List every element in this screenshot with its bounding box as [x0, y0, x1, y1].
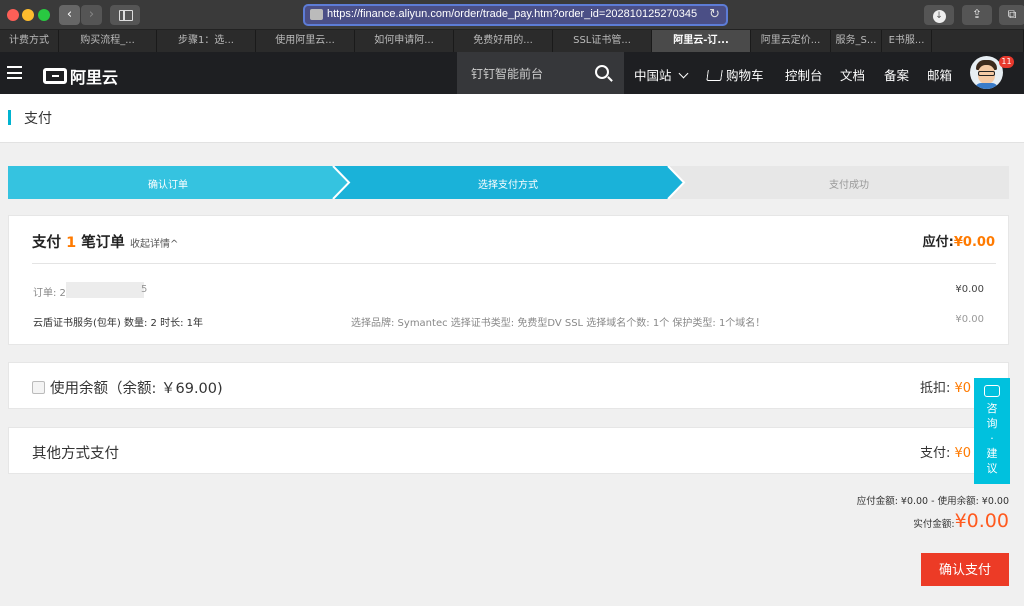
logo-text: 阿里云: [70, 68, 119, 87]
search-input[interactable]: 钉钉智能前台: [471, 65, 543, 82]
zoom-window-button[interactable]: [38, 9, 50, 21]
close-window-button[interactable]: [7, 9, 19, 21]
cart-label: 购物车: [726, 68, 764, 83]
tab-overview-button[interactable]: ⧉: [999, 5, 1024, 25]
page-title-bar: 支付: [0, 94, 1024, 143]
product-price: ¥0.00: [955, 314, 984, 325]
chevron-down-icon: [678, 68, 688, 79]
actual-payment: 实付金额:¥0.00: [913, 510, 1009, 532]
order-price: ¥0.00: [955, 284, 984, 295]
use-balance-label[interactable]: 使用余额（余额: ￥69.00): [50, 377, 223, 398]
cart-icon: [706, 70, 723, 81]
redacted-order-id: [66, 282, 144, 298]
step-confirm-order: 确认订单: [148, 180, 188, 191]
browser-tab[interactable]: SSL证书管...: [553, 30, 652, 52]
address-bar[interactable]: https://finance.aliyun.com/order/trade_p…: [303, 4, 728, 26]
back-button[interactable]: ‹: [59, 5, 80, 25]
browser-tab[interactable]: 服务_S...: [831, 30, 882, 52]
browser-tab[interactable]: 免费好用的...: [454, 30, 553, 52]
browser-titlebar: ‹ › https://finance.aliyun.com/order/tra…: [0, 0, 1024, 30]
consult-feedback-button[interactable]: 咨 询 · 建 议: [974, 378, 1010, 484]
other-payment-card[interactable]: 其他方式支付 支付: ¥0: [8, 427, 1009, 474]
browser-tab[interactable]: [932, 30, 1024, 52]
browser-tab[interactable]: 使用阿里云...: [256, 30, 355, 52]
progress-steps: 确认订单 选择支付方式 支付成功: [8, 165, 1009, 200]
downloads-button[interactable]: ↓: [924, 5, 954, 25]
product-spec: 选择品牌: Symantec 选择证书类型: 免费型DV SSL 选择域名个数:…: [351, 318, 766, 329]
logo-mark-icon: [43, 68, 67, 84]
amount-breakdown: 应付金额: ¥0.00 - 使用余额: ¥0.00: [856, 496, 1009, 507]
order-card: 支付 1 笔订单 收起详情^ 应付:¥0.00 订单: 2 5 ¥0.00 云盾…: [8, 215, 1009, 345]
use-balance-checkbox[interactable]: [32, 381, 45, 394]
chat-icon: [984, 385, 1000, 397]
aliyun-logo[interactable]: 阿里云: [43, 64, 118, 88]
other-payment-amount: 支付: ¥0: [920, 446, 972, 461]
notification-badge[interactable]: 11: [999, 56, 1014, 68]
docs-link[interactable]: 文档: [840, 65, 865, 84]
confirm-payment-button[interactable]: 确认支付: [921, 553, 1009, 586]
forward-button[interactable]: ›: [81, 5, 102, 25]
filing-link[interactable]: 备案: [884, 65, 909, 84]
minimize-window-button[interactable]: [22, 9, 34, 21]
step-payment-success: 支付成功: [829, 180, 869, 191]
sidebar-toggle-icon[interactable]: [110, 5, 140, 25]
menu-icon[interactable]: [7, 66, 22, 79]
region-label: 中国站: [634, 68, 672, 83]
collapse-details-link[interactable]: 收起详情^: [130, 235, 178, 250]
search-icon[interactable]: [595, 65, 609, 79]
site-icon: [310, 9, 323, 20]
title-accent-bar: [8, 110, 11, 125]
browser-tab[interactable]: 购买流程_...: [59, 30, 157, 52]
balance-card: 使用余额（余额: ￥69.00) 抵扣: ¥0: [8, 362, 1009, 409]
share-icon: ⇪: [971, 7, 983, 21]
order-heading: 支付 1 笔订单: [32, 235, 125, 251]
browser-tab[interactable]: 阿里云定价...: [751, 30, 831, 52]
reload-icon[interactable]: ↻: [709, 7, 720, 22]
browser-tab[interactable]: 步骤1：选...: [157, 30, 256, 52]
browser-tab[interactable]: 如何申请阿...: [355, 30, 454, 52]
order-id-tail: 5: [141, 284, 148, 295]
consult-label: 咨 询 · 建 议: [986, 402, 998, 475]
divider: [32, 263, 996, 264]
mail-link[interactable]: 邮箱: [927, 65, 952, 84]
page-title: 支付: [24, 111, 52, 127]
browser-tab[interactable]: 阿里云-订...: [652, 30, 751, 52]
step-choose-payment: 选择支付方式: [478, 180, 538, 191]
deduct-amount: 抵扣: ¥0: [920, 381, 972, 396]
other-payment-label: 其他方式支付: [32, 446, 119, 462]
browser-tab[interactable]: 计费方式: [0, 30, 59, 52]
search-box[interactable]: 钉钉智能前台: [457, 52, 624, 94]
site-header: 阿里云 钉钉智能前台 中国站 购物车 控制台 文档 备案 邮箱: [0, 52, 1024, 94]
product-line: 云盾证书服务(包年) 数量: 2 时长: 1年: [33, 318, 203, 329]
url-text[interactable]: https://finance.aliyun.com/order/trade_p…: [327, 8, 697, 20]
console-link[interactable]: 控制台: [785, 65, 823, 84]
payable-amount: 应付:¥0.00: [922, 235, 995, 250]
order-id-label: 订单: 2: [33, 288, 66, 299]
tabs-icon: ⧉: [1007, 7, 1017, 21]
cart-link[interactable]: 购物车: [706, 65, 764, 84]
browser-tab[interactable]: E书服...: [882, 30, 932, 52]
share-button[interactable]: ⇪: [962, 5, 992, 25]
region-selector[interactable]: 中国站: [634, 65, 688, 84]
download-icon: ↓: [932, 10, 946, 23]
browser-tab-bar: 计费方式 购买流程_... 步骤1：选... 使用阿里云... 如何申请阿... 免费好用…: [0, 30, 1024, 52]
